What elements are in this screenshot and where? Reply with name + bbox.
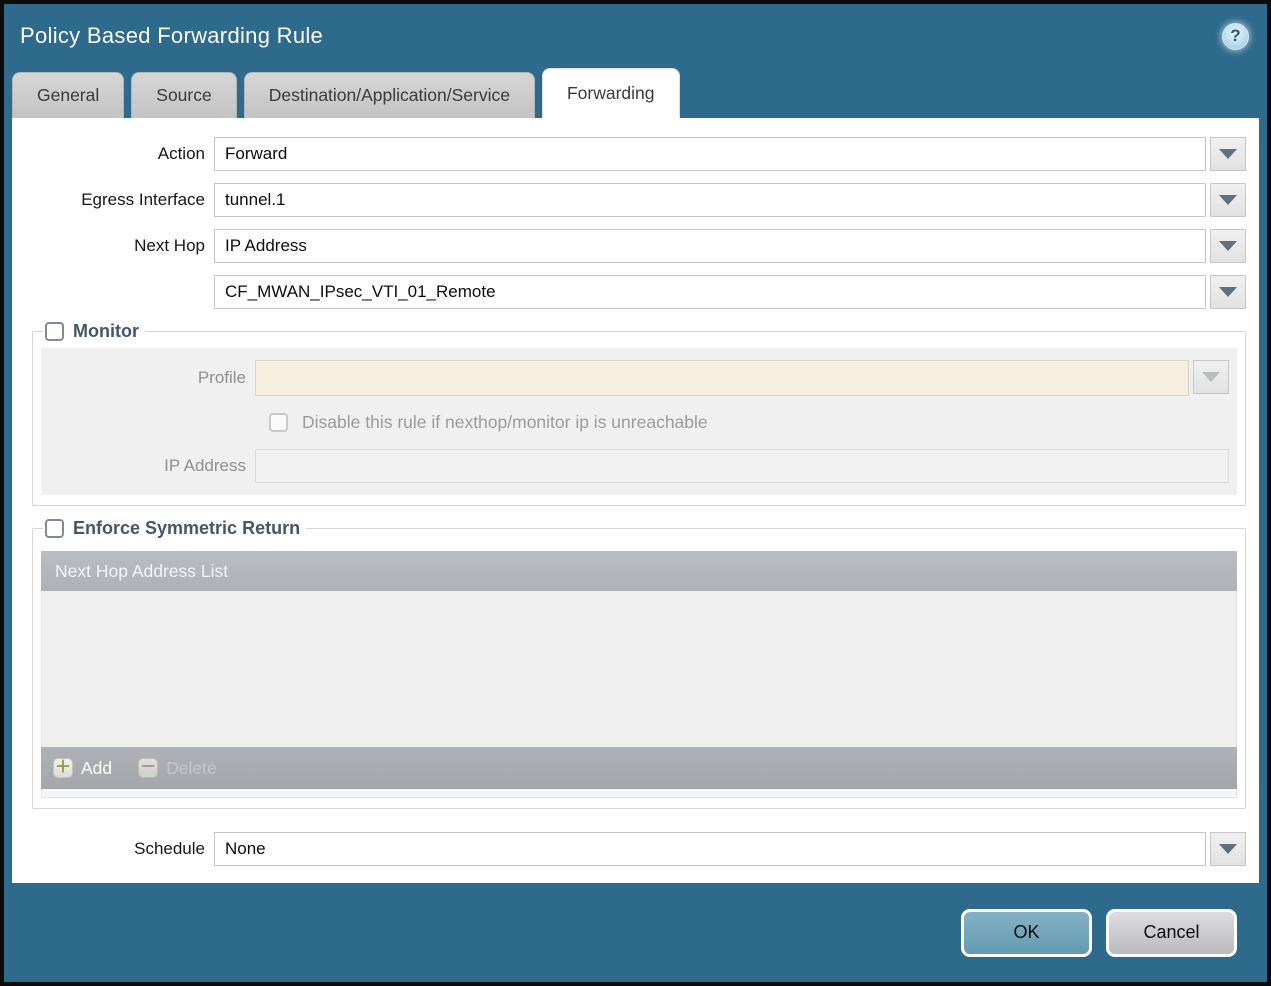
monitor-profile-field [255,360,1189,396]
monitor-ip-address-field [255,449,1229,483]
egress-interface-dropdown-button[interactable] [1210,183,1246,217]
next-hop-address-list-body[interactable] [41,591,1237,747]
enforce-symmetric-return-legend: Enforce Symmetric Return [43,518,306,539]
schedule-label: Schedule [134,839,205,858]
horizontal-scrollbar[interactable] [41,789,1237,798]
tabstrip: General Source Destination/Application/S… [4,68,1267,118]
disable-rule-row: Disable this rule if nexthop/monitor ip … [41,412,1229,433]
monitor-ip-address-label: IP Address [164,456,246,475]
enforce-symmetric-return-checkbox[interactable] [45,519,64,538]
cancel-button[interactable]: Cancel [1106,908,1237,957]
tab-forwarding[interactable]: Forwarding [541,68,680,118]
disable-rule-checkbox [269,413,288,432]
chevron-down-icon [1219,195,1237,205]
monitor-checkbox[interactable] [45,322,64,341]
next-hop-address-dropdown-button[interactable] [1210,275,1246,309]
disable-rule-label: Disable this rule if nexthop/monitor ip … [302,412,708,432]
schedule-input[interactable] [214,832,1206,866]
dialog-title: Policy Based Forwarding Rule [20,23,324,48]
monitor-profile-combo [255,360,1229,396]
monitor-section-title: Monitor [73,321,139,341]
action-combo [214,137,1246,171]
tab-destination-application-service[interactable]: Destination/Application/Service [243,72,535,118]
next-hop-address-combo [214,275,1246,309]
dialog-titlebar: Policy Based Forwarding Rule ? [4,4,1267,68]
tab-source[interactable]: Source [131,72,237,118]
monitor-ip-address-combo [255,449,1229,483]
schedule-dropdown-button[interactable] [1210,832,1246,866]
action-dropdown-button[interactable] [1210,137,1246,171]
action-row: Action [12,137,1246,171]
next-hop-address-list-table: Next Hop Address List ＋ Add － Delete [41,551,1237,798]
next-hop-address-list-header: Next Hop Address List [41,551,1237,591]
next-hop-address-list-footer: ＋ Add － Delete [41,747,1237,789]
action-label: Action [157,144,205,163]
egress-interface-row: Egress Interface [12,183,1246,217]
add-button-label: Add [81,757,113,778]
next-hop-row: Next Hop [12,229,1246,263]
monitor-profile-row: Profile [41,360,1229,396]
minus-icon: － [138,758,159,778]
schedule-row: Schedule [12,832,1246,866]
enforce-symmetric-return-title: Enforce Symmetric Return [73,518,301,538]
delete-button: － Delete [138,758,217,779]
chevron-down-icon [1219,287,1237,297]
next-hop-dropdown-button[interactable] [1210,229,1246,263]
monitor-legend: Monitor [43,321,145,342]
ok-button[interactable]: OK [961,908,1092,957]
add-button[interactable]: ＋ Add [53,758,112,779]
action-input[interactable] [214,137,1206,171]
next-hop-label: Next Hop [134,236,205,255]
help-icon[interactable]: ? [1222,22,1249,50]
egress-interface-combo [214,183,1246,217]
egress-interface-input[interactable] [214,183,1206,217]
enforce-symmetric-return-section: Enforce Symmetric Return Next Hop Addres… [32,518,1246,809]
next-hop-address-input[interactable] [214,275,1206,309]
tab-content-forwarding: Action Egress Interface Next Hop [12,118,1259,883]
next-hop-address-row [12,275,1246,309]
chevron-down-icon [1219,241,1237,251]
next-hop-input[interactable] [214,229,1206,263]
chevron-down-icon [1219,149,1237,159]
plus-icon: ＋ [53,758,73,778]
chevron-down-icon [1219,844,1237,854]
monitor-profile-label: Profile [197,368,246,387]
dialog-footer: OK Cancel [4,883,1267,982]
tab-general[interactable]: General [12,72,125,118]
delete-button-label: Delete [166,757,217,778]
monitor-profile-dropdown-button [1193,360,1229,394]
schedule-combo [214,832,1246,866]
policy-based-forwarding-dialog: Policy Based Forwarding Rule ? General S… [0,0,1271,986]
chevron-down-icon [1202,372,1220,382]
monitor-section: Monitor Profile Disable this rule if nex… [32,321,1246,506]
monitor-ip-address-row: IP Address [41,449,1229,483]
next-hop-combo [214,229,1246,263]
monitor-panel: Profile Disable this rule if nexthop/mon… [41,348,1237,495]
egress-interface-label: Egress Interface [81,190,205,209]
